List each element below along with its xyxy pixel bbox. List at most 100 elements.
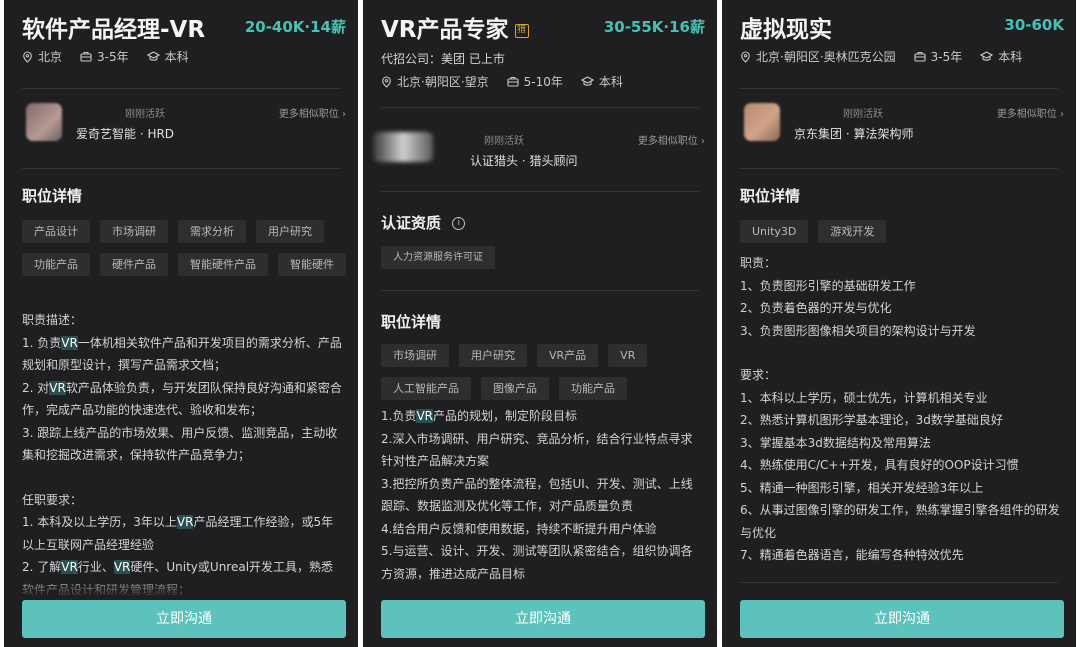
education: 本科 <box>998 50 1023 64</box>
recruiter-status: 刚刚活跃 <box>484 136 524 147</box>
recruiter-row[interactable]: 刚刚活跃 京东集团 · 算法架构师 更多相似职位 › <box>740 103 1064 147</box>
agency-company: 代招公司：美团 已上市 <box>381 52 505 66</box>
job-description: 职责： 1、负责图形引擎的基础研发工作 2、负责着色器的开发与优化 3、负责图形图像相… <box>740 252 1062 567</box>
description-line: 7、精通着色器语言，能编写各种特效优先 <box>740 548 964 562</box>
tag: VR <box>608 344 648 367</box>
chevron-right-icon: › <box>1060 109 1064 120</box>
job-description: 职责描述： 1. 负责VR一体机相关软件产品和开发项目的需求分析、产品规划和原型设… <box>22 309 344 601</box>
keyword-highlight: VR <box>61 335 78 350</box>
job-card-2: VR产品专家猎 30-55K·16薪 代招公司：美团 已上市 北京·朝阳区·望京… <box>363 0 717 647</box>
description-line: 1.负责VR产品的规划，制定阶段目标 <box>381 409 578 423</box>
keyword-highlight: VR <box>49 380 66 395</box>
keyword-highlight: VR <box>416 409 433 423</box>
chat-now-button[interactable]: 立即沟通 <box>381 600 705 638</box>
location-icon <box>23 50 32 63</box>
more-similar-jobs-link[interactable]: 更多相似职位 › <box>997 105 1064 120</box>
recruiter-status: 刚刚活跃 <box>843 109 883 120</box>
divider <box>22 88 340 89</box>
graduation-cap-icon <box>580 76 594 86</box>
description-line: 职责： <box>740 256 777 270</box>
tag: Unity3D <box>740 220 809 243</box>
info-icon[interactable]: i <box>452 217 466 230</box>
briefcase-icon <box>914 51 926 62</box>
tag: VR产品 <box>537 344 599 367</box>
tag: 功能产品 <box>559 377 627 400</box>
chat-now-button[interactable]: 立即沟通 <box>22 600 346 638</box>
tag: 游戏开发 <box>818 220 887 243</box>
description-line: 4.结合用户反馈和使用数据，持续不断提升用户体验 <box>381 521 657 536</box>
tag: 图像产品 <box>481 377 549 400</box>
job-meta: 北京 3-5年 本科 <box>22 48 207 65</box>
more-similar-jobs-link[interactable]: 更多相似职位 › <box>638 132 705 147</box>
chat-now-button[interactable]: 立即沟通 <box>740 600 1064 638</box>
divider <box>381 290 699 291</box>
description-line: 1、负责图形引擎的基础研发工作 <box>740 278 916 293</box>
description-line: 5、精通一种图形引擎，相关开发经验3年以上 <box>740 480 984 495</box>
description-line: 要求： <box>740 368 777 382</box>
briefcase-icon <box>80 51 92 62</box>
job-meta: 北京·朝阳区·望京 5-10年 本科 <box>381 73 641 90</box>
education: 本科 <box>598 75 623 89</box>
location-icon <box>382 75 391 88</box>
divider <box>381 107 699 108</box>
recruiter-row[interactable]: 刚刚活跃 认证猎头 · 猎头顾问 更多相似职位 › <box>373 130 705 174</box>
job-title: 虚拟现实 <box>740 17 832 43</box>
tag: 智能硬件 <box>278 253 346 276</box>
divider <box>740 168 1058 169</box>
location: 北京·朝阳区·奥林匹克公园 <box>756 50 896 64</box>
section-title-job-details: 职位详情 <box>381 313 442 331</box>
tag-list: 市场调研 用户研究 VR产品 VR 人工智能产品 图像产品 功能产品 <box>381 344 705 400</box>
headhunter-badge-icon: 猎 <box>514 23 529 38</box>
location: 北京·朝阳区·望京 <box>397 75 489 89</box>
certification-tags: 人力资源服务许可证 <box>381 246 705 269</box>
salary: 20-40K·14薪 <box>244 18 346 36</box>
tag: 人工智能产品 <box>381 377 471 400</box>
keyword-highlight: VR <box>113 560 131 574</box>
location-icon <box>741 50 750 63</box>
experience: 3-5年 <box>97 50 129 64</box>
tag-list: Unity3D 游戏开发 <box>740 220 1064 243</box>
avatar[interactable] <box>744 103 780 141</box>
description-line: 1. 本科及以上学历，3年以上VR产品经理工作经验，或5年以上互联网产品经理经验 <box>22 515 334 552</box>
section-title-job-details: 职位详情 <box>740 187 801 205</box>
divider <box>22 168 340 169</box>
divider <box>381 191 699 192</box>
tag: 市场调研 <box>100 220 168 243</box>
education: 本科 <box>164 50 189 64</box>
more-similar-jobs-link[interactable]: 更多相似职位 › <box>279 105 346 120</box>
divider <box>740 582 1058 583</box>
job-title: 软件产品经理-VR <box>22 17 206 43</box>
description-line: 1、本科以上学历，硕士优先，计算机相关专业 <box>740 390 988 405</box>
description-line: 3、掌握基本3d数据结构及常用算法 <box>740 435 931 450</box>
experience: 5-10年 <box>523 75 563 89</box>
graduation-cap-icon <box>146 51 160 61</box>
briefcase-icon <box>507 76 519 87</box>
tag: 用户研究 <box>459 344 527 367</box>
description-line: 1. 负责VR一体机相关软件产品和开发项目的需求分析、产品规划和原型设计，撰写产… <box>22 335 342 372</box>
experience: 3-5年 <box>930 50 963 64</box>
salary: 30-60K <box>1004 16 1064 34</box>
recruiter-company: 京东集团 · 算法架构师 <box>794 127 914 141</box>
avatar[interactable] <box>373 132 433 162</box>
recruiter-company: 认证猎头 · 猎头顾问 <box>470 154 578 168</box>
keyword-highlight: VR <box>61 560 78 574</box>
chevron-right-icon: › <box>342 109 346 120</box>
chevron-right-icon: › <box>701 136 705 147</box>
avatar[interactable] <box>26 103 62 141</box>
job-description: 1.负责VR产品的规划，制定阶段目标 2.深入市场调研、用户研究、竞品分析，结合行… <box>381 405 703 585</box>
description-line: 3、负责图形图像相关项目的架构设计与开发 <box>740 323 976 338</box>
tag-list: 产品设计 市场调研 需求分析 用户研究 功能产品 硬件产品 智能硬件产品 智能硬件 <box>22 220 346 276</box>
location: 北京 <box>38 50 63 64</box>
description-line: 3. 跟踪上线产品的市场效果、用户反馈、监测竞品，主动收集和挖掘改进需求，保持软… <box>22 425 338 463</box>
tag: 硬件产品 <box>100 253 168 276</box>
description-line: 2、负责着色器的开发与优化 <box>740 301 892 315</box>
recruiter-row[interactable]: 刚刚活跃 爱奇艺智能 · HRD 更多相似职位 › <box>22 103 346 147</box>
description-line: 2、熟悉计算机图形学基本理论，3d数学基础良好 <box>740 413 1003 427</box>
tag: 智能硬件产品 <box>178 253 268 276</box>
description-line: 职责描述： <box>22 313 83 327</box>
section-title-job-details: 职位详情 <box>22 187 83 205</box>
description-line: 任职要求： <box>22 492 83 507</box>
tag: 功能产品 <box>22 253 90 276</box>
